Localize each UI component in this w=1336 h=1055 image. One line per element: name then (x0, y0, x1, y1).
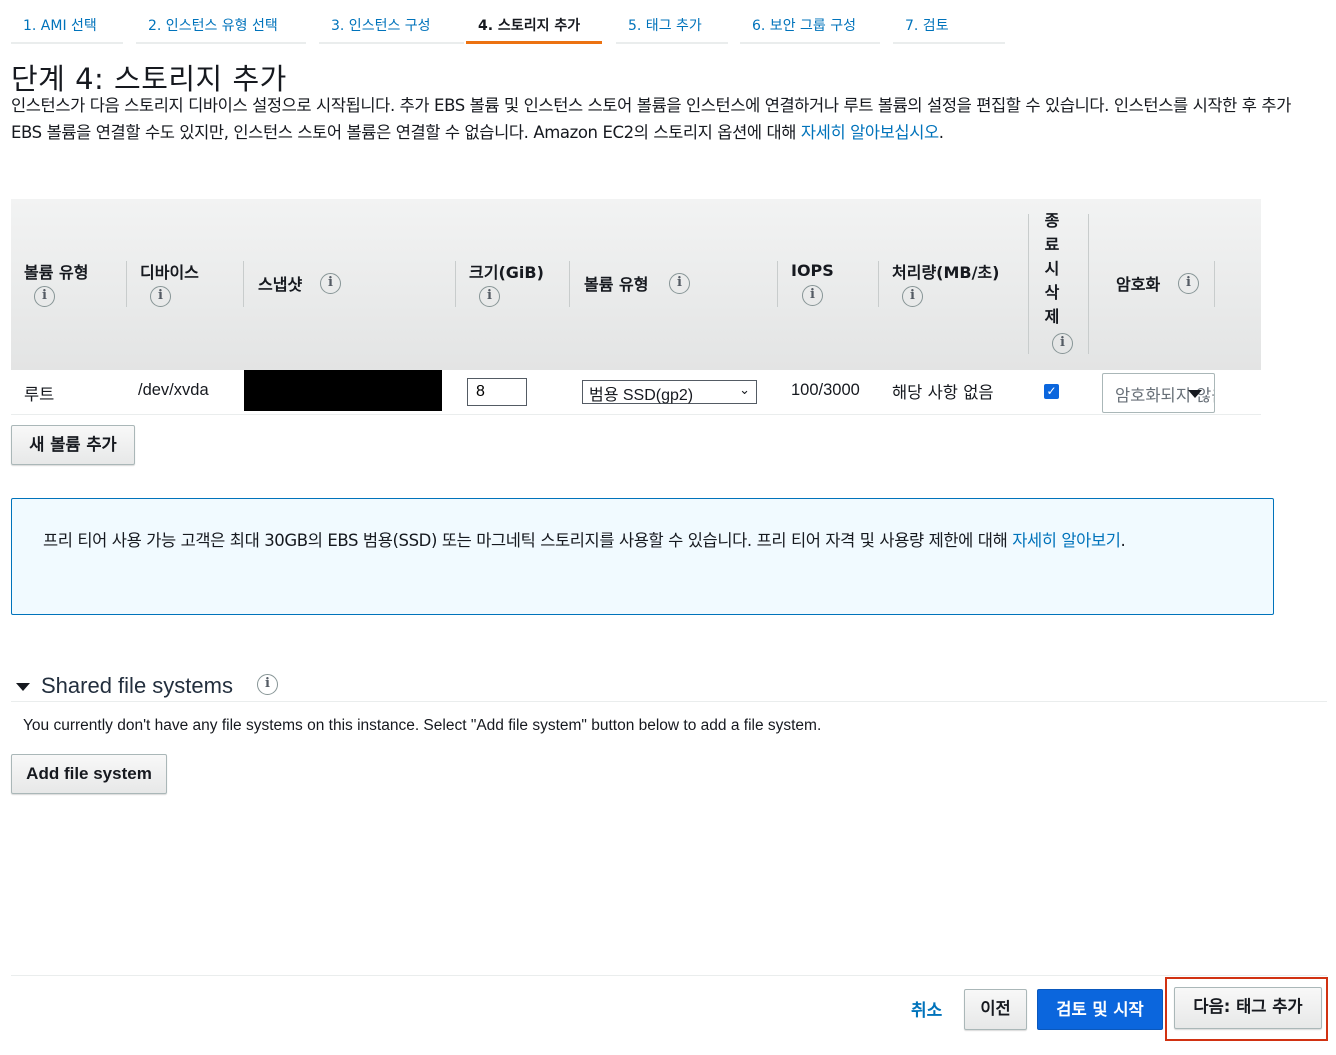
collapse-icon[interactable] (16, 683, 30, 691)
tab-review[interactable]: 7. 검토 (893, 8, 1005, 44)
tab-ami[interactable]: 1. AMI 선택 (11, 8, 123, 44)
info-icon[interactable]: i (1178, 273, 1199, 294)
column-divider (1088, 214, 1089, 354)
column-divider (1214, 261, 1215, 307)
header-delete-on-termination: 종 료 시 삭 제 (1042, 209, 1062, 329)
info-icon[interactable]: i (669, 273, 690, 294)
header-throughput-label: 처리량(MB/초) (892, 263, 1000, 282)
info-icon[interactable]: i (257, 674, 278, 695)
review-and-launch-button[interactable]: 검토 및 시작 (1037, 989, 1163, 1030)
header-snapshot: 스냅샷 i (258, 271, 341, 295)
free-tier-info-box: 프리 티어 사용 가능 고객은 최대 30GB의 EBS 범용(SSD) 또는 … (11, 498, 1274, 615)
header-size: 크기(GiB) i (469, 259, 544, 307)
tab-configure-instance[interactable]: 3. 인스턴스 구성 (319, 8, 464, 44)
free-tier-end: . (1120, 531, 1126, 550)
info-icon[interactable]: i (34, 286, 55, 307)
delete-on-termination-checkbox[interactable]: ✓ (1044, 384, 1059, 399)
info-icon[interactable]: i (479, 286, 500, 307)
chevron-down-icon: ⌄ (739, 382, 750, 397)
header-delete-char: 료 (1044, 235, 1060, 254)
size-input[interactable] (467, 378, 527, 406)
info-icon[interactable]: i (802, 285, 823, 306)
column-divider (1028, 214, 1029, 354)
tab-add-storage[interactable]: 4. 스토리지 추가 (466, 8, 602, 44)
free-tier-learn-more-link[interactable]: 자세히 알아보기 (1012, 531, 1121, 550)
learn-more-link[interactable]: 자세히 알아보십시오 (801, 123, 939, 142)
caret-down-icon (1188, 390, 1202, 398)
header-ebs-type: 볼륨 유형 i (584, 271, 690, 295)
cell-device: /dev/xvda (138, 381, 209, 399)
column-divider (777, 261, 778, 307)
header-ebs-type-label: 볼륨 유형 (584, 275, 649, 294)
column-divider (569, 261, 570, 307)
snapshot-redacted (244, 370, 442, 411)
cancel-link[interactable]: 취소 (911, 996, 942, 1021)
column-divider (455, 261, 456, 307)
volume-type-value: 범용 SSD(gp2) (589, 387, 694, 404)
tab-add-tags[interactable]: 5. 태그 추가 (616, 8, 728, 44)
divider (11, 701, 1327, 702)
header-encryption: 암호화 i (1116, 271, 1199, 295)
header-size-label: 크기(GiB) (469, 263, 544, 282)
add-file-system-button[interactable]: Add file system (11, 754, 167, 794)
header-volume-type-label: 볼륨 유형 (24, 263, 89, 282)
column-divider (878, 261, 879, 307)
header-encryption-label: 암호화 (1116, 275, 1161, 294)
storage-table: 볼륨 유형 i 디바이스 i 스냅샷 i 크기(GiB) i 볼륨 유형 i I… (11, 199, 1261, 415)
description-end: . (938, 123, 944, 142)
no-file-systems-message: You currently don't have any file system… (23, 717, 822, 734)
header-device: 디바이스 i (140, 259, 199, 307)
header-delete-char: 삭 (1044, 283, 1060, 302)
cell-volume-type: 루트 (24, 385, 55, 404)
free-tier-message: 프리 티어 사용 가능 고객은 최대 30GB의 EBS 범용(SSD) 또는 … (43, 531, 1013, 550)
header-iops-label: IOPS (791, 261, 834, 280)
description-text: 인스턴스가 다음 스토리지 디바이스 설정으로 시작됩니다. 추가 EBS 볼륨… (11, 96, 1291, 142)
info-icon[interactable]: i (1052, 333, 1073, 354)
header-delete-char: 종 (1044, 211, 1060, 230)
header-delete-char: 제 (1044, 307, 1060, 326)
header-volume-type: 볼륨 유형 i (24, 259, 89, 307)
table-header: 볼륨 유형 i 디바이스 i 스냅샷 i 크기(GiB) i 볼륨 유형 i I… (11, 199, 1261, 370)
previous-button[interactable]: 이전 (964, 989, 1027, 1030)
info-icon[interactable]: i (150, 286, 171, 307)
info-icon[interactable]: i (902, 286, 923, 307)
highlight-box (1165, 977, 1328, 1041)
add-volume-button[interactable]: 새 볼륨 추가 (11, 425, 135, 465)
footer-divider (11, 975, 1327, 976)
shared-file-systems-title: Shared file systems (41, 673, 233, 698)
free-tier-text: 프리 티어 사용 가능 고객은 최대 30GB의 EBS 범용(SSD) 또는 … (43, 527, 1243, 554)
page-description: 인스턴스가 다음 스토리지 디바이스 설정으로 시작됩니다. 추가 EBS 볼륨… (11, 92, 1301, 146)
header-snapshot-label: 스냅샷 (258, 275, 303, 294)
header-throughput: 처리량(MB/초) i (892, 259, 1000, 307)
cell-iops: 100/3000 (791, 381, 860, 399)
header-device-label: 디바이스 (140, 263, 199, 282)
header-iops: IOPS i (791, 261, 834, 306)
tab-security-group[interactable]: 6. 보안 그룹 구성 (740, 8, 880, 44)
header-delete-char: 시 (1044, 259, 1060, 278)
volume-type-select[interactable]: 범용 SSD(gp2) ⌄ (582, 380, 757, 404)
tab-instance-type[interactable]: 2. 인스턴스 유형 선택 (136, 8, 306, 44)
table-row: 루트 /dev/xvda 범용 SSD(gp2) ⌄ 100/3000 해당 사… (11, 370, 1261, 415)
info-icon[interactable]: i (320, 273, 341, 294)
cell-throughput: 해당 사항 없음 (892, 383, 994, 402)
column-divider (126, 261, 127, 307)
column-divider (243, 261, 244, 307)
encryption-select[interactable]: 암호화되지 않음 (1102, 373, 1215, 413)
